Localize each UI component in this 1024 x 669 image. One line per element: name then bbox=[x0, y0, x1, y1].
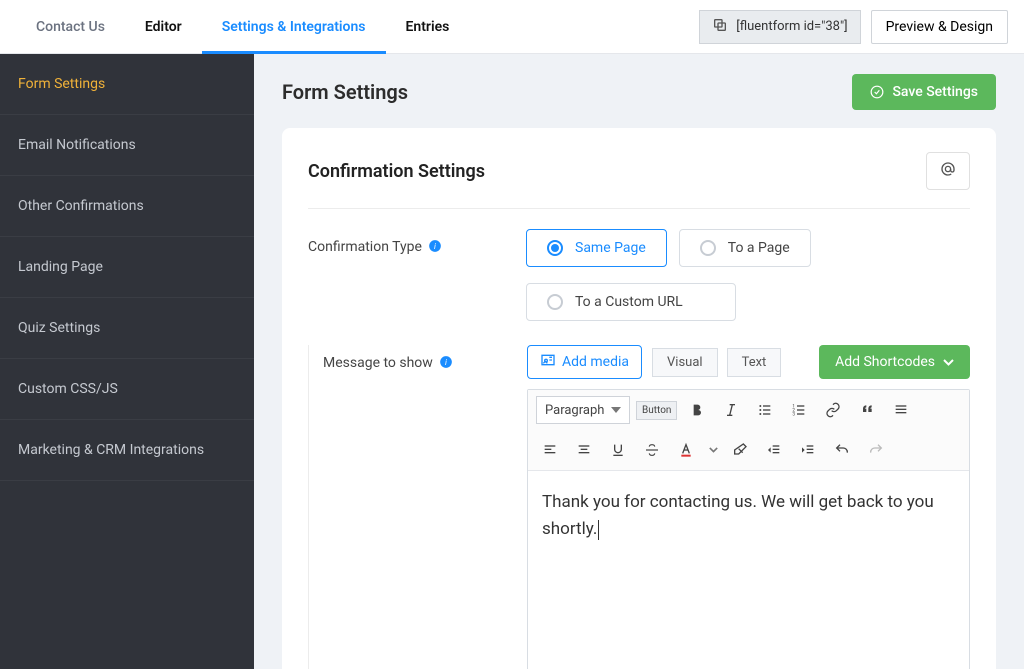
add-media-button[interactable]: Add media bbox=[527, 345, 642, 379]
sidebar-item-form-settings[interactable]: Form Settings bbox=[0, 54, 254, 115]
italic-icon[interactable] bbox=[717, 396, 745, 424]
align-center-icon[interactable] bbox=[570, 436, 598, 464]
underline-icon[interactable] bbox=[604, 436, 632, 464]
editor-tab-visual[interactable]: Visual bbox=[652, 348, 718, 377]
message-label: Message to show bbox=[323, 355, 433, 371]
message-to-show-row: Message to show i Add media Visual bbox=[308, 345, 970, 669]
preview-design-button[interactable]: Preview & Design bbox=[871, 10, 1008, 44]
sidebar-item-quiz-settings[interactable]: Quiz Settings bbox=[0, 298, 254, 359]
strikethrough-icon[interactable] bbox=[638, 436, 666, 464]
align-justify-icon[interactable] bbox=[887, 396, 915, 424]
radio-dot-icon bbox=[547, 294, 563, 310]
outdent-icon[interactable] bbox=[760, 436, 788, 464]
shortcode-text: [fluentform id="38"] bbox=[736, 19, 847, 34]
tab-entries[interactable]: Entries bbox=[386, 0, 470, 53]
redo-icon[interactable] bbox=[862, 436, 890, 464]
svg-text:3: 3 bbox=[793, 411, 796, 417]
confirmation-settings-panel: Confirmation Settings Confirmation Type … bbox=[282, 128, 996, 669]
page-title: Form Settings bbox=[282, 80, 408, 104]
sidebar-item-other-confirmations[interactable]: Other Confirmations bbox=[0, 176, 254, 237]
format-select[interactable]: Paragraph bbox=[536, 396, 630, 424]
bullet-list-icon[interactable] bbox=[751, 396, 779, 424]
sidebar-item-email-notifications[interactable]: Email Notifications bbox=[0, 115, 254, 176]
sidebar-item-landing-page[interactable]: Landing Page bbox=[0, 237, 254, 298]
code-view-button[interactable] bbox=[926, 152, 970, 190]
page-header: Form Settings Save Settings bbox=[254, 54, 1024, 128]
radio-dot-icon bbox=[700, 240, 716, 256]
radio-label: To a Page bbox=[728, 240, 790, 256]
check-icon bbox=[870, 85, 884, 99]
panel-title: Confirmation Settings bbox=[308, 161, 485, 182]
radio-same-page[interactable]: Same Page bbox=[526, 229, 667, 267]
info-icon[interactable]: i bbox=[439, 355, 453, 369]
save-button-label: Save Settings bbox=[892, 84, 978, 100]
editor-tab-text[interactable]: Text bbox=[727, 348, 782, 377]
eraser-icon[interactable] bbox=[726, 436, 754, 464]
insert-button-token[interactable]: Button bbox=[636, 401, 677, 420]
media-icon bbox=[540, 352, 556, 372]
text-cursor bbox=[598, 520, 599, 540]
editor-text: Thank you for contacting us. We will get… bbox=[542, 492, 934, 539]
radio-custom-url[interactable]: To a Custom URL bbox=[526, 283, 736, 321]
save-settings-button[interactable]: Save Settings bbox=[852, 74, 996, 110]
number-list-icon[interactable]: 123 bbox=[785, 396, 813, 424]
settings-sidebar: Form Settings Email Notifications Other … bbox=[0, 54, 254, 669]
bold-icon[interactable] bbox=[683, 396, 711, 424]
radio-dot-icon bbox=[547, 240, 563, 256]
svg-text:i: i bbox=[434, 241, 436, 251]
text-color-icon[interactable] bbox=[672, 436, 700, 464]
indent-icon[interactable] bbox=[794, 436, 822, 464]
chevron-down-icon[interactable] bbox=[706, 436, 720, 464]
tab-editor[interactable]: Editor bbox=[125, 0, 202, 53]
radio-label: Same Page bbox=[575, 240, 646, 256]
at-icon bbox=[939, 160, 957, 182]
confirmation-type-label: Confirmation Type bbox=[308, 239, 422, 255]
add-shortcodes-button[interactable]: Add Shortcodes bbox=[819, 345, 970, 379]
editor-body[interactable]: Thank you for contacting us. We will get… bbox=[528, 471, 969, 669]
tab-contact-us[interactable]: Contact Us bbox=[16, 0, 125, 53]
add-shortcodes-label: Add Shortcodes bbox=[835, 354, 935, 370]
add-media-label: Add media bbox=[562, 354, 629, 370]
chevron-down-icon bbox=[943, 354, 954, 370]
link-icon[interactable] bbox=[819, 396, 847, 424]
svg-text:i: i bbox=[445, 357, 447, 367]
quote-icon[interactable] bbox=[853, 396, 881, 424]
copy-icon bbox=[712, 17, 728, 37]
info-icon[interactable]: i bbox=[428, 239, 442, 253]
tab-settings-integrations[interactable]: Settings & Integrations bbox=[202, 0, 386, 53]
radio-to-page[interactable]: To a Page bbox=[679, 229, 811, 267]
confirmation-type-row: Confirmation Type i Same Page To a Page bbox=[308, 229, 970, 321]
shortcode-copy[interactable]: [fluentform id="38"] bbox=[699, 10, 860, 44]
wysiwyg-editor: Paragraph Button 123 bbox=[527, 389, 970, 669]
top-nav: Contact Us Editor Settings & Integration… bbox=[0, 0, 1024, 54]
undo-icon[interactable] bbox=[828, 436, 856, 464]
radio-label: To a Custom URL bbox=[575, 294, 683, 310]
sidebar-item-marketing-crm[interactable]: Marketing & CRM Integrations bbox=[0, 420, 254, 481]
sidebar-item-custom-css-js[interactable]: Custom CSS/JS bbox=[0, 359, 254, 420]
align-left-icon[interactable] bbox=[536, 436, 564, 464]
